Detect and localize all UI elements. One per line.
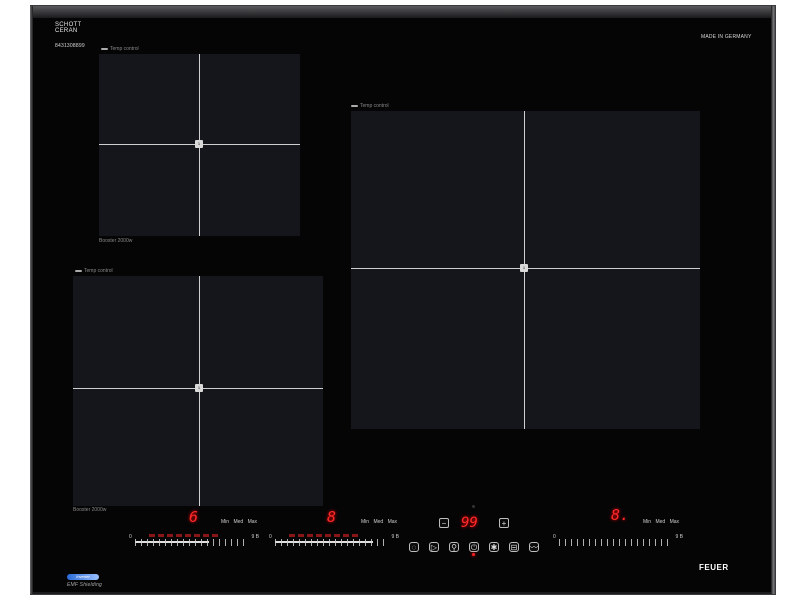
panel-edge-right: [771, 6, 776, 594]
timer-display: 99: [461, 515, 478, 531]
slider-ticks: [559, 539, 669, 546]
feuer-logo: FEUER: [699, 563, 729, 572]
zone-center-mark: 1: [520, 264, 528, 272]
zone-center-mark: 1: [195, 140, 203, 148]
panel-edge-left: [30, 6, 33, 594]
zone-left-temp-label: Temp control: [75, 268, 113, 274]
slider-red-marks: [149, 534, 219, 537]
slider-ticks: [275, 539, 385, 546]
serial-number: 8431308899: [55, 43, 85, 49]
temp-control-icon: [75, 269, 82, 272]
zone-top-left-booster-label: Booster 2000w: [99, 238, 133, 244]
temp-control-icon: [351, 104, 358, 107]
lock-icon[interactable]: ⚲: [449, 542, 459, 552]
power-indicator-led: [472, 553, 475, 556]
logo-line-2: CERAN: [55, 28, 78, 34]
zone1-temp-presets[interactable]: Min Med Max: [221, 519, 257, 525]
bridge-icon[interactable]: ⊟: [509, 542, 519, 552]
power-icon[interactable]: ⏻: [469, 542, 479, 552]
slider-max-label: 9 B: [391, 534, 399, 540]
made-in-label: MADE IN GERMANY: [701, 34, 752, 40]
timer-minus-button[interactable]: −: [439, 518, 449, 528]
timer-indicator: [472, 505, 475, 508]
temp-control-icon: [101, 47, 108, 50]
inverter-logo: Inverter: [67, 574, 99, 580]
slider-red-marks: [289, 534, 359, 537]
slider-min-label: 0: [129, 534, 132, 540]
zone3-power-slider[interactable]: 0 9 B: [553, 534, 683, 548]
zone1-power-slider[interactable]: 0 9 B: [129, 534, 259, 548]
cooktop-panel: SCHOTT CERAN 8431308899 MADE IN GERMANY …: [30, 5, 776, 595]
slider-max-label: 9 B: [251, 534, 259, 540]
temp-control-icon[interactable]: 〰: [529, 542, 539, 552]
zone3-temp-presets[interactable]: Min Med Max: [643, 519, 679, 525]
timer-plus-button[interactable]: +: [499, 518, 509, 528]
zone2-temp-presets[interactable]: Min Med Max: [361, 519, 397, 525]
boost-icon[interactable]: ✱: [489, 542, 499, 552]
cooking-zone-right[interactable]: 1: [351, 111, 700, 429]
slider-min-label: 0: [553, 534, 556, 540]
zone-top-left-temp-label: Temp control: [101, 46, 139, 52]
cooking-zone-top-left[interactable]: 1: [99, 54, 300, 236]
zone2-power-slider[interactable]: 0 9 B: [269, 534, 399, 548]
zone1-power-display: 6: [189, 508, 199, 526]
zone-right-temp-label: Temp control: [351, 103, 389, 109]
zone3-power-display: 8.: [611, 506, 630, 524]
keep-warm-icon[interactable]: ◌: [409, 542, 419, 552]
slider-min-label: 0: [269, 534, 272, 540]
zone-center-mark: 1: [195, 384, 203, 392]
cooking-zone-left[interactable]: 1: [73, 276, 323, 506]
pause-icon[interactable]: ▷: [429, 542, 439, 552]
schott-ceran-logo: SCHOTT CERAN: [55, 22, 81, 34]
zone2-power-display: 8: [327, 508, 337, 526]
slider-max-label: 9 B: [675, 534, 683, 540]
zone-left-booster-label: Booster 2000w: [73, 507, 107, 513]
emf-shielding-label: EMF Shielding: [67, 582, 103, 588]
slider-ticks: [135, 539, 245, 546]
